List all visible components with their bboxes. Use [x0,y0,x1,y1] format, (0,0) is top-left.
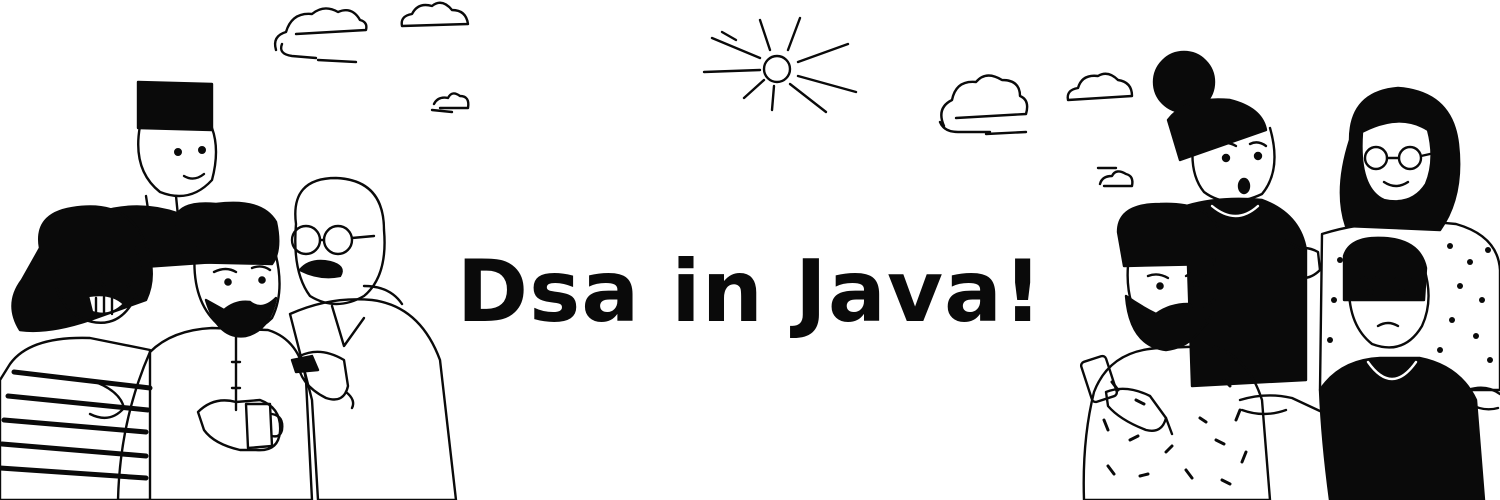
cloud-icon [273,7,368,64]
people-group-right [1079,50,1500,500]
cloud-icon [400,1,470,28]
cloud-icon [1066,72,1134,102]
cloud-icon [1096,166,1134,188]
sun-icon [702,16,858,114]
cloud-icon [938,74,1029,136]
cloud-icon [430,92,470,114]
banner: Dsa in Java! [0,0,1500,500]
people-group-left [0,80,458,500]
banner-title: Dsa in Java! [456,242,1044,342]
